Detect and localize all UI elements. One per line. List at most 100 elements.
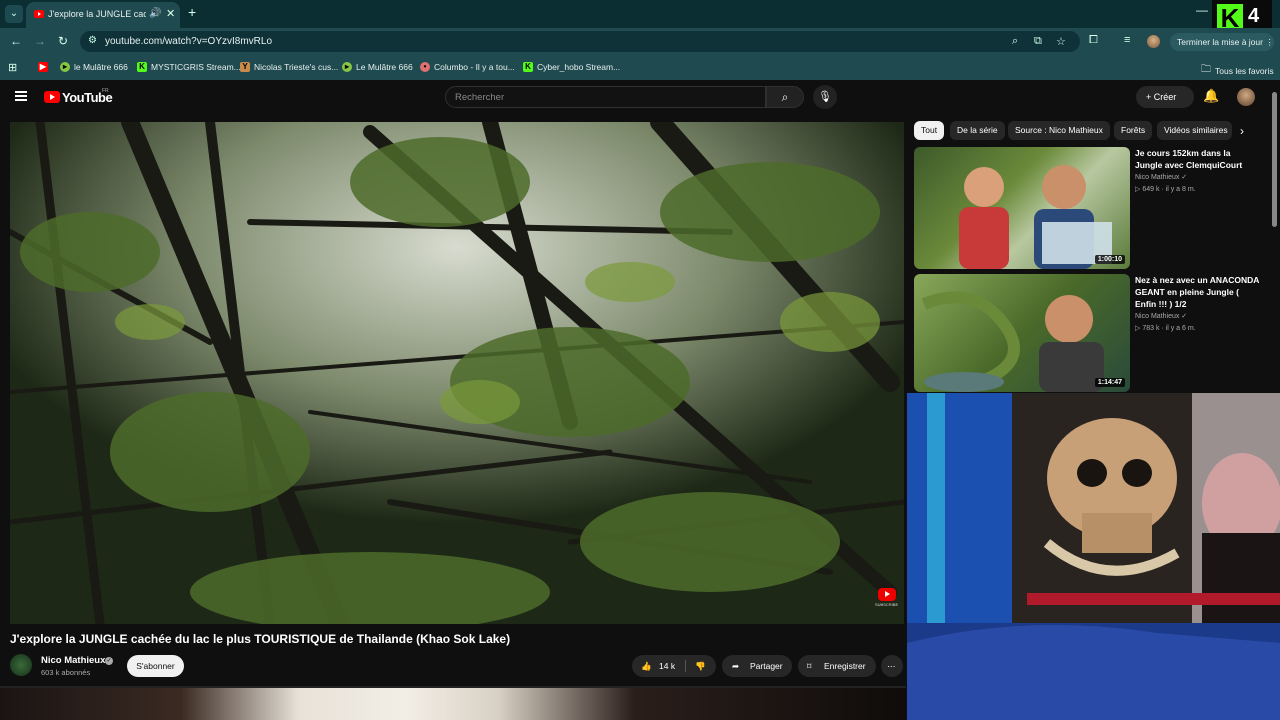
recommendation-channel[interactable]: Nico Mathieux ✓ [1135,312,1187,320]
jungle-video-frame [10,122,904,624]
share-label: Partager [750,661,783,671]
notifications-bell-icon[interactable]: 🔔 [1203,88,1219,104]
search-button[interactable]: ⌕ [766,86,804,108]
menu-hamburger-icon[interactable] [15,91,27,101]
page-scrollbar[interactable] [1272,92,1277,227]
speaker-icon[interactable]: 🔊 [149,8,161,19]
video-title: J'explore la JUNGLE cachée du lac le plu… [10,632,511,646]
chip-source[interactable]: Source : Nico Mathieux [1008,121,1110,140]
address-bar[interactable]: ⚙ youtube.com/watch?v=OYzvI8mvRLo ⌕ ⧉ ☆ [80,31,1080,52]
extensions-icon[interactable]: ⧠ [1089,34,1098,47]
zoom-icon[interactable]: ⌕ [1012,35,1018,48]
channel-avatar[interactable] [10,654,32,676]
chip-forests[interactable]: Forêts [1114,121,1153,140]
more-dots-icon: ⋯ [887,661,896,671]
forward-arrow-icon[interactable]: → [34,34,46,48]
kick-icon: K [137,62,147,72]
video-duration: 1:14:47 [1094,378,1125,387]
chevron-right-icon[interactable]: › [1240,124,1244,138]
site-info-icon[interactable]: ⚙ [88,35,97,46]
folder-icon: 🗀 [1201,64,1211,75]
close-icon[interactable]: ✕ [166,7,175,20]
kick-icon: K [523,62,533,72]
minimize-icon[interactable]: — [1196,3,1208,17]
recommendation-thumbnail[interactable]: 1:14:47 [914,274,1130,392]
rumble-icon: ▸ [60,62,70,72]
below-player-strip [0,686,906,720]
recommendation-channel[interactable]: Nico Mathieux ✓ [1135,173,1187,181]
video-player[interactable]: SUBSCRIBE [10,122,904,624]
chip-series[interactable]: De la série [950,121,1005,140]
bookmark-label: MYSTICGRIS Stream... [151,62,241,72]
bookmark-item[interactable]: K MYSTICGRIS Stream... [137,62,241,72]
recommendation-meta: ▷ 649 k · il y a 8 m. [1135,186,1196,193]
youtube-logo-icon[interactable] [44,91,60,103]
share-button[interactable]: ➦ Partager [722,655,792,677]
bookmark-item[interactable]: ▸ le Mulâtre 666 [60,62,128,72]
tab-search-chevron-icon[interactable]: ⌄ [5,5,23,23]
bookmark-save-icon: ⌑ [807,661,812,671]
thumbnail-image [921,291,1104,392]
region-code: FR [102,88,109,94]
create-label: Créer [1153,92,1177,102]
account-avatar[interactable] [1237,88,1255,106]
subscribe-watermark-icon[interactable] [878,588,896,601]
url-text[interactable]: youtube.com/watch?v=OYzvI8mvRLo [105,36,272,47]
all-bookmarks-button[interactable]: 🗀 Tous les favoris [1201,62,1274,79]
bookmark-label: Columbo - Il y a tou... [434,62,515,72]
voice-search-button[interactable]: 🎙 [813,85,837,109]
kick-badge-number: 4 [1248,5,1260,27]
share-arrow-icon: ➦ [732,661,740,671]
all-bookmarks-label: Tous les favoris [1215,65,1274,76]
search-icon: ⌕ [781,90,789,104]
bookmark-star-icon[interactable]: ☆ [1056,35,1066,48]
chip-similar[interactable]: Vidéos similaires [1157,121,1232,140]
recommendation-title[interactable]: Je cours 152km dans la Jungle avec Clemq… [1135,147,1260,171]
browser-tab-bar: ⌄ J'explore la JUNGLE cachée 🔊 ✕ + — [0,0,1280,28]
profile-avatar[interactable] [1147,35,1160,48]
video-duration: 1:00:10 [1094,255,1125,264]
thumbnail-image [959,165,1112,269]
webcam-image [907,393,1280,720]
thumbs-down-icon[interactable]: 👎 [695,655,706,677]
install-app-icon[interactable]: ⧉ [1034,35,1042,48]
bookmark-item[interactable]: K Cyber_hobo Stream... [523,62,620,72]
new-tab-plus-icon[interactable]: + [188,4,196,20]
save-label: Enregistrer [824,661,866,671]
more-actions-button[interactable]: ⋯ [881,655,903,677]
bookmark-item[interactable]: Y Nicolas Trieste's cus... [240,62,338,72]
recommendation-thumbnail[interactable]: 1:00:10 [914,147,1130,269]
search-placeholder: Rechercher [455,92,505,103]
subscribe-button[interactable]: S'abonner [127,655,184,677]
streamer-webcam-overlay [907,393,1280,720]
save-button[interactable]: ⌑ Enregistrer [798,655,876,677]
media-controls-icon[interactable]: ≡ [1124,34,1130,46]
create-button[interactable]: + Créer [1136,86,1194,108]
bookmark-label: Le Mulâtre 666 [356,62,413,72]
microphone-icon: 🎙 [818,91,832,103]
youtube-masthead: YouTube FR Rechercher ⌕ 🎙 + Créer 🔔 [0,80,1280,115]
youtube-favicon-icon [34,10,44,18]
bookmark-label: Cyber_hobo Stream... [537,62,621,72]
search-input[interactable]: Rechercher [445,86,766,108]
bookmark-item[interactable]: ▸ Le Mulâtre 666 [342,62,413,72]
rumble-icon: ▸ [342,62,352,72]
like-count[interactable]: 14 k [659,655,675,677]
channel-name[interactable]: Nico Mathieux [41,655,105,666]
thumbs-up-icon[interactable]: 👍 [641,655,652,677]
back-arrow-icon[interactable]: ← [10,34,22,48]
update-button[interactable]: Terminer la mise à jour ⋮ [1170,33,1274,51]
bookmark-item[interactable]: • Columbo - Il y a tou... [420,62,515,72]
bookmark-youtube[interactable]: ▶ [38,62,48,72]
recommendation-title[interactable]: Nez à nez avec un ANACONDA GEANT en plei… [1135,274,1260,310]
apps-grid-icon[interactable]: ⊞ [8,61,17,74]
subscriber-count: 603 k abonnés [41,668,91,677]
recommendation-meta: ▷ 783 k · il y a 6 m. [1135,325,1196,332]
reload-icon[interactable]: ↻ [58,34,68,48]
bookmark-label: le Mulâtre 666 [74,62,128,72]
verified-check-icon: ✓ [105,657,113,665]
chip-all[interactable]: Tout [914,121,945,140]
columbo-icon: • [420,62,430,72]
browser-toolbar: ← → ↻ ⚙ youtube.com/watch?v=OYzvI8mvRLo … [0,28,1280,55]
browser-tab-active[interactable]: J'explore la JUNGLE cachée 🔊 ✕ [26,2,180,28]
